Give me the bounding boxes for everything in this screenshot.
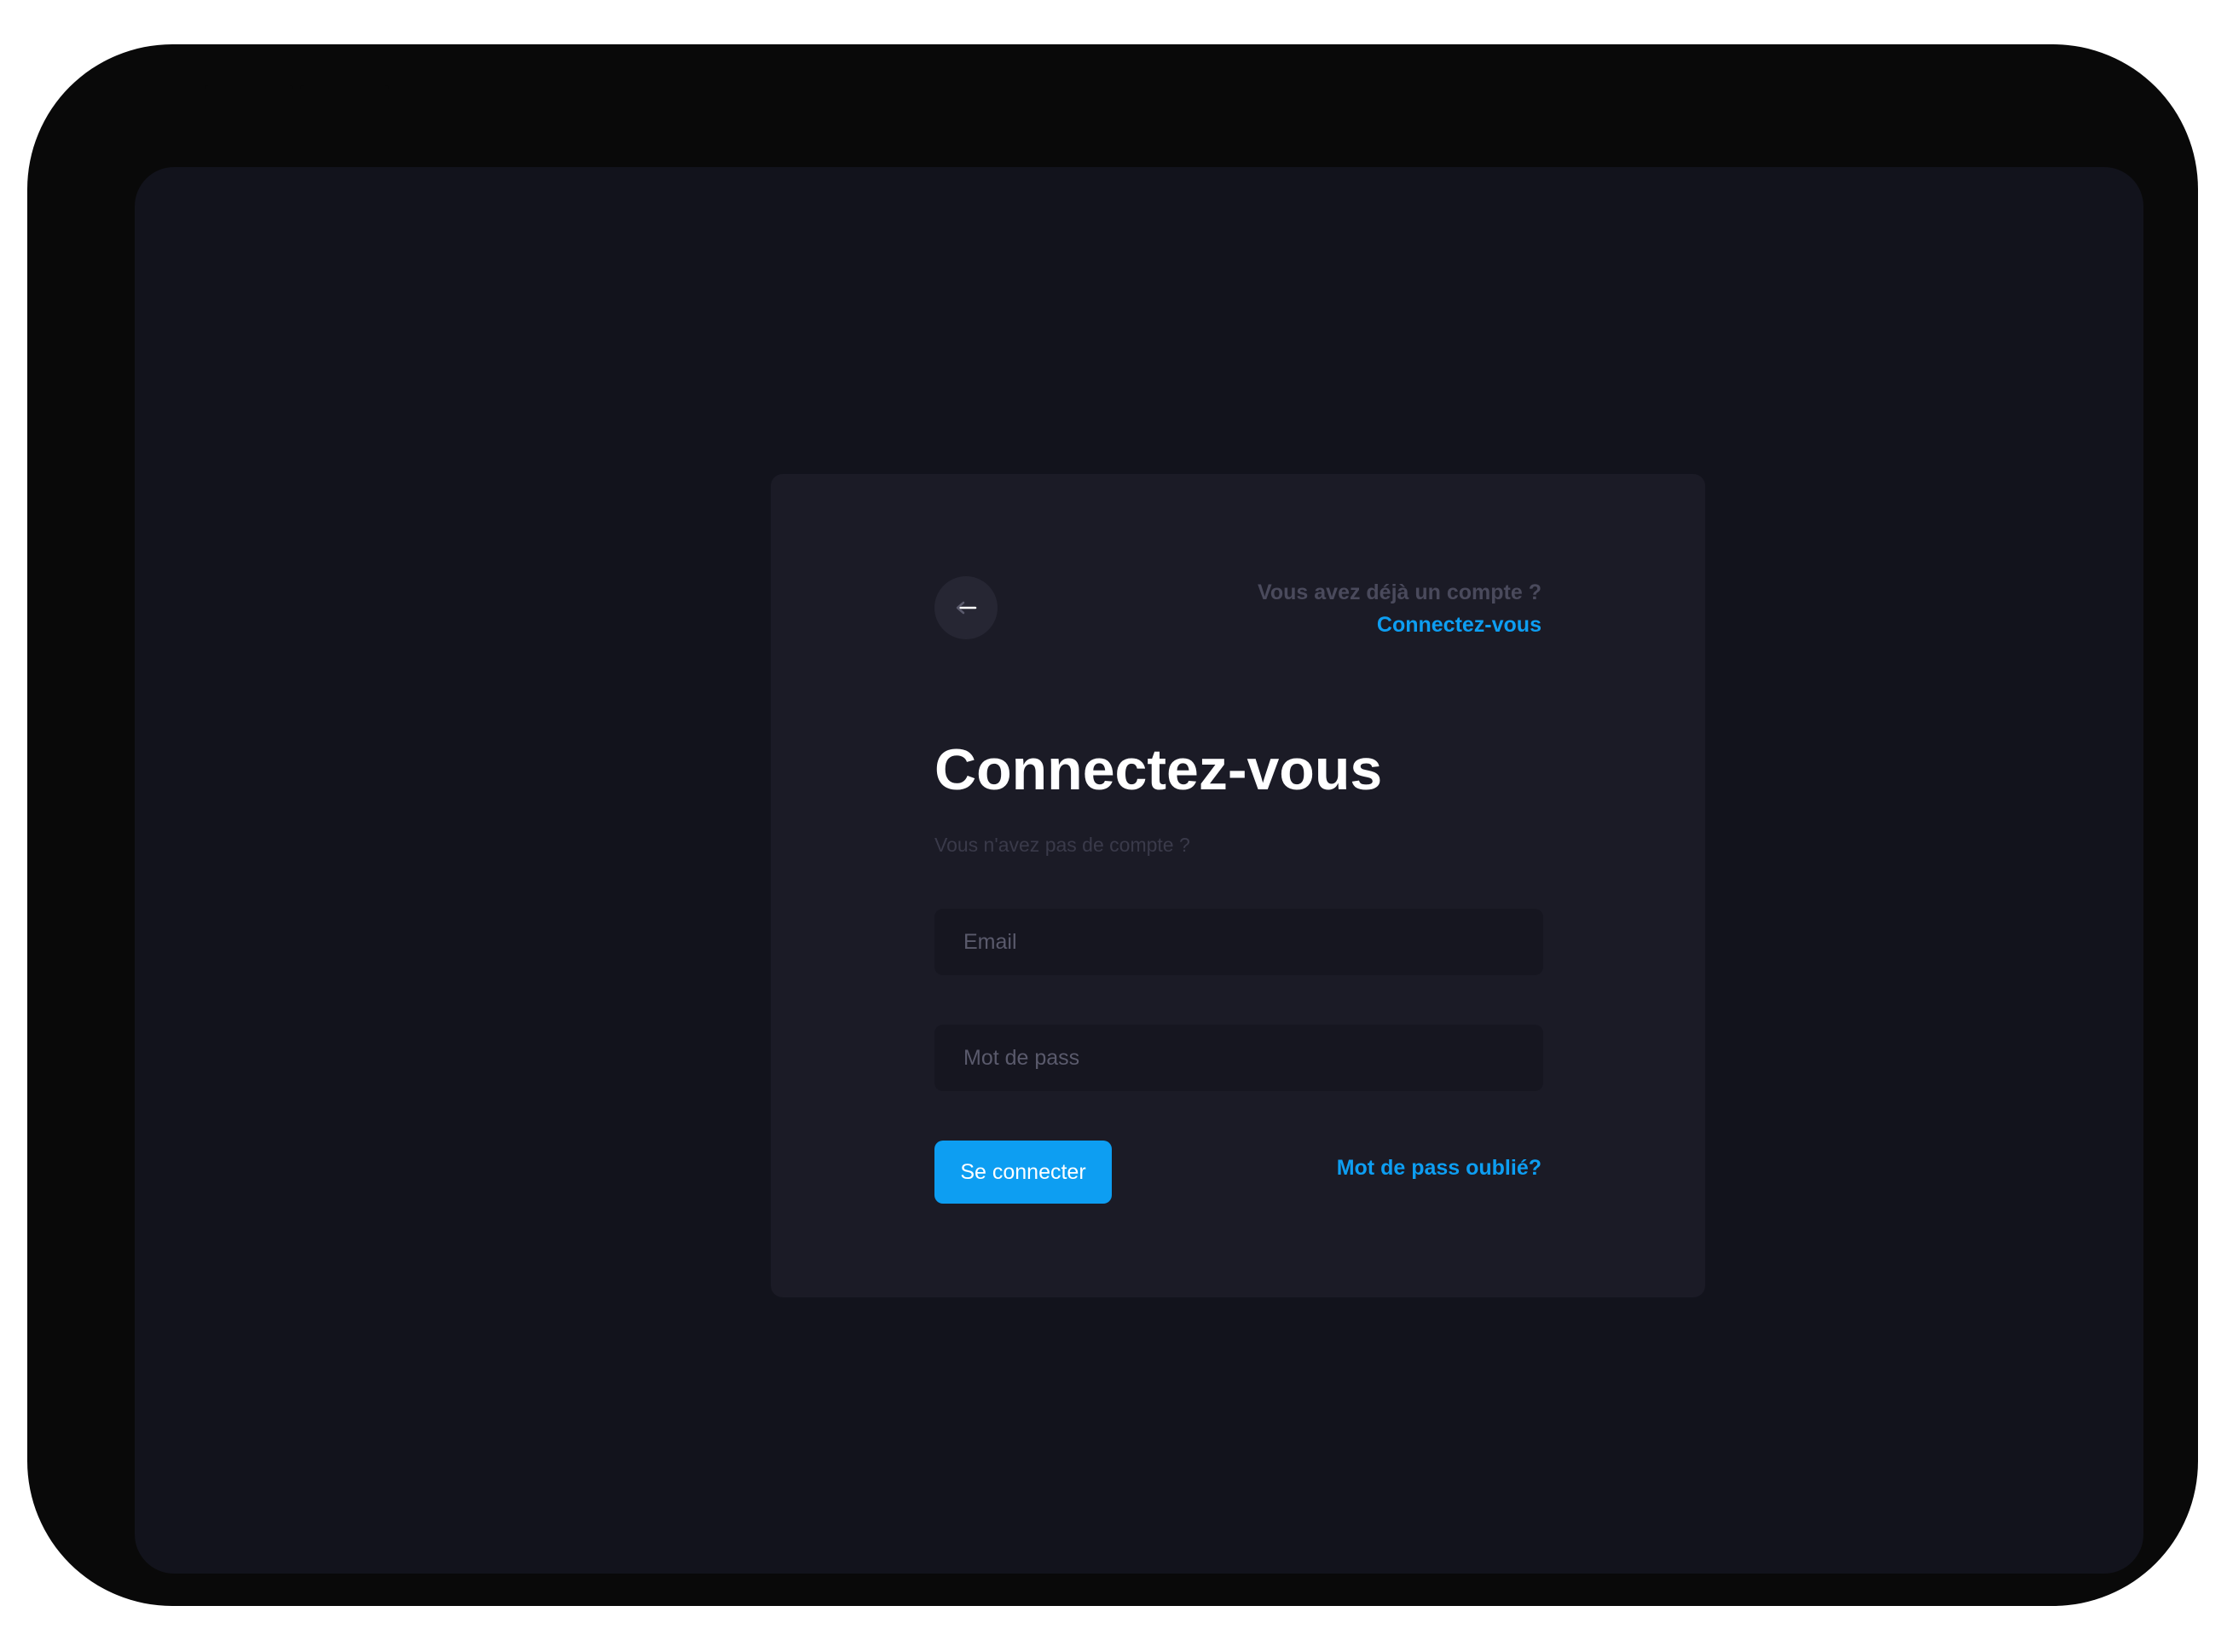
tablet-frame: Vous avez déjà un compte ? Connectez-vou… xyxy=(27,44,2198,1606)
back-button[interactable] xyxy=(934,576,998,639)
login-card: Vous avez déjà un compte ? Connectez-vou… xyxy=(771,474,1705,1297)
email-field[interactable] xyxy=(934,909,1543,975)
password-field[interactable] xyxy=(934,1025,1543,1091)
account-prompt: Vous avez déjà un compte ? Connectez-vou… xyxy=(1258,576,1542,641)
forgot-password-link[interactable]: Mot de pass oublié? xyxy=(1337,1156,1542,1181)
screen: Vous avez déjà un compte ? Connectez-vou… xyxy=(135,167,2143,1574)
page-title: Connectez-vous xyxy=(934,737,1383,802)
account-question: Vous avez déjà un compte ? xyxy=(1258,581,1542,604)
volume-up-button xyxy=(205,85,293,92)
arrow-left-icon xyxy=(955,601,977,615)
sign-in-link[interactable]: Connectez-vous xyxy=(1258,609,1542,641)
sign-in-button[interactable]: Se connecter xyxy=(934,1141,1112,1204)
no-account-text: Vous n'avez pas de compte ? xyxy=(934,834,1190,856)
volume-down-button xyxy=(300,85,389,92)
